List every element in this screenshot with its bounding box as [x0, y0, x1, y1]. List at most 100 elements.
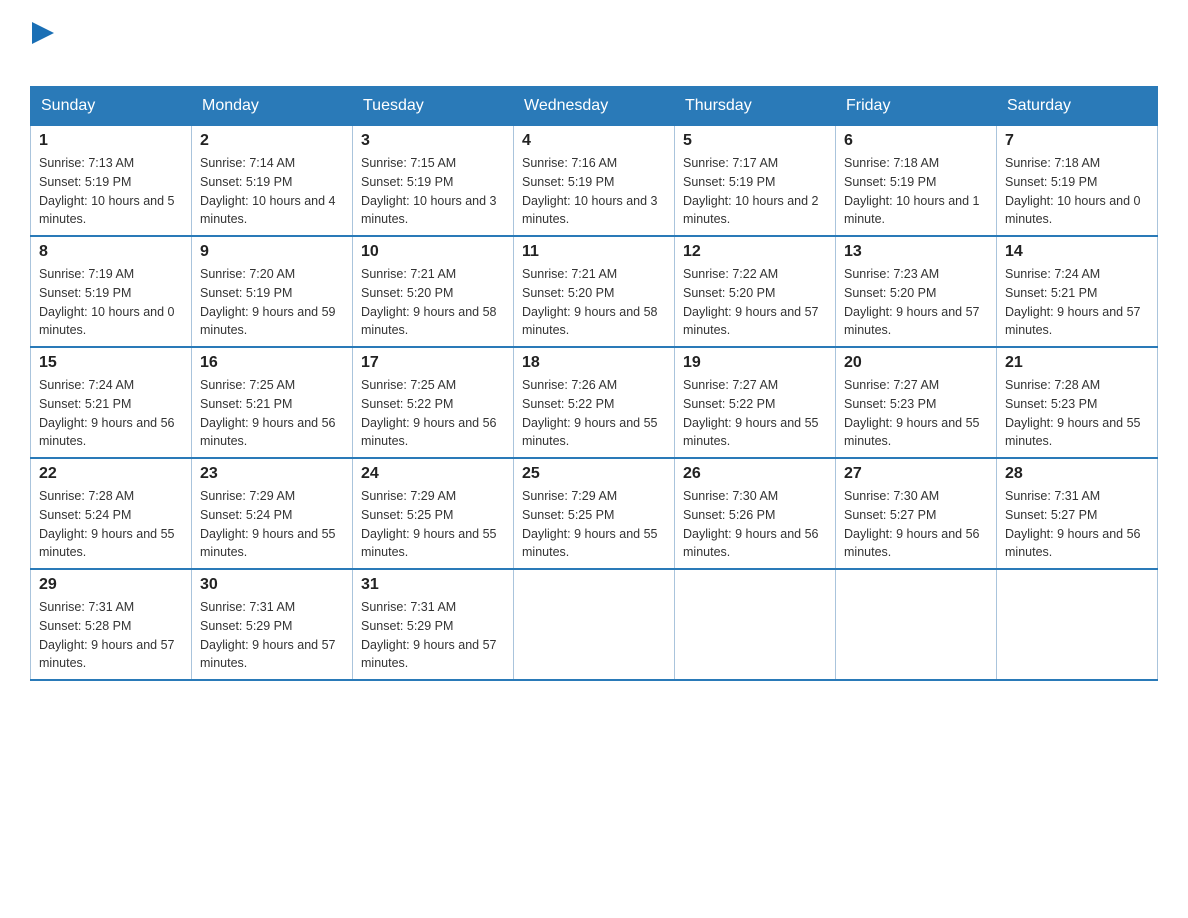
calendar-day-cell: 20 Sunrise: 7:27 AM Sunset: 5:23 PM Dayl…: [836, 347, 997, 458]
calendar-day-cell: 7 Sunrise: 7:18 AM Sunset: 5:19 PM Dayli…: [997, 126, 1158, 237]
day-number: 9: [200, 243, 344, 261]
day-number: 25: [522, 465, 666, 483]
day-number: 21: [1005, 354, 1149, 372]
calendar-day-cell: 29 Sunrise: 7:31 AM Sunset: 5:28 PM Dayl…: [31, 569, 192, 680]
weekday-header-row: SundayMondayTuesdayWednesdayThursdayFrid…: [31, 87, 1158, 126]
calendar-day-cell: [836, 569, 997, 680]
calendar-day-cell: 4 Sunrise: 7:16 AM Sunset: 5:19 PM Dayli…: [514, 126, 675, 237]
day-number: 20: [844, 354, 988, 372]
calendar-day-cell: 28 Sunrise: 7:31 AM Sunset: 5:27 PM Dayl…: [997, 458, 1158, 569]
day-info: Sunrise: 7:31 AM Sunset: 5:29 PM Dayligh…: [200, 598, 344, 673]
day-info: Sunrise: 7:13 AM Sunset: 5:19 PM Dayligh…: [39, 154, 183, 229]
calendar-day-cell: 13 Sunrise: 7:23 AM Sunset: 5:20 PM Dayl…: [836, 236, 997, 347]
weekday-header-thursday: Thursday: [675, 87, 836, 126]
day-number: 19: [683, 354, 827, 372]
logo: [30, 20, 54, 76]
day-number: 29: [39, 576, 183, 594]
day-info: Sunrise: 7:14 AM Sunset: 5:19 PM Dayligh…: [200, 154, 344, 229]
calendar-day-cell: 15 Sunrise: 7:24 AM Sunset: 5:21 PM Dayl…: [31, 347, 192, 458]
day-info: Sunrise: 7:15 AM Sunset: 5:19 PM Dayligh…: [361, 154, 505, 229]
day-info: Sunrise: 7:23 AM Sunset: 5:20 PM Dayligh…: [844, 265, 988, 340]
weekday-header-wednesday: Wednesday: [514, 87, 675, 126]
day-number: 4: [522, 132, 666, 150]
day-info: Sunrise: 7:20 AM Sunset: 5:19 PM Dayligh…: [200, 265, 344, 340]
day-info: Sunrise: 7:16 AM Sunset: 5:19 PM Dayligh…: [522, 154, 666, 229]
calendar-week-row: 29 Sunrise: 7:31 AM Sunset: 5:28 PM Dayl…: [31, 569, 1158, 680]
calendar-day-cell: 8 Sunrise: 7:19 AM Sunset: 5:19 PM Dayli…: [31, 236, 192, 347]
day-info: Sunrise: 7:22 AM Sunset: 5:20 PM Dayligh…: [683, 265, 827, 340]
calendar-day-cell: 30 Sunrise: 7:31 AM Sunset: 5:29 PM Dayl…: [192, 569, 353, 680]
calendar-day-cell: [514, 569, 675, 680]
day-number: 15: [39, 354, 183, 372]
day-number: 17: [361, 354, 505, 372]
day-number: 5: [683, 132, 827, 150]
day-number: 24: [361, 465, 505, 483]
calendar-day-cell: 31 Sunrise: 7:31 AM Sunset: 5:29 PM Dayl…: [353, 569, 514, 680]
day-info: Sunrise: 7:29 AM Sunset: 5:25 PM Dayligh…: [361, 487, 505, 562]
day-number: 23: [200, 465, 344, 483]
weekday-header-saturday: Saturday: [997, 87, 1158, 126]
calendar-day-cell: 18 Sunrise: 7:26 AM Sunset: 5:22 PM Dayl…: [514, 347, 675, 458]
day-number: 27: [844, 465, 988, 483]
day-info: Sunrise: 7:31 AM Sunset: 5:28 PM Dayligh…: [39, 598, 183, 673]
day-info: Sunrise: 7:26 AM Sunset: 5:22 PM Dayligh…: [522, 376, 666, 451]
logo-arrow-icon: [32, 22, 54, 44]
calendar-week-row: 15 Sunrise: 7:24 AM Sunset: 5:21 PM Dayl…: [31, 347, 1158, 458]
calendar-day-cell: 24 Sunrise: 7:29 AM Sunset: 5:25 PM Dayl…: [353, 458, 514, 569]
calendar-day-cell: [997, 569, 1158, 680]
day-info: Sunrise: 7:25 AM Sunset: 5:21 PM Dayligh…: [200, 376, 344, 451]
day-number: 30: [200, 576, 344, 594]
day-info: Sunrise: 7:27 AM Sunset: 5:22 PM Dayligh…: [683, 376, 827, 451]
day-info: Sunrise: 7:27 AM Sunset: 5:23 PM Dayligh…: [844, 376, 988, 451]
day-number: 6: [844, 132, 988, 150]
day-info: Sunrise: 7:28 AM Sunset: 5:23 PM Dayligh…: [1005, 376, 1149, 451]
calendar-week-row: 1 Sunrise: 7:13 AM Sunset: 5:19 PM Dayli…: [31, 126, 1158, 237]
day-number: 16: [200, 354, 344, 372]
day-info: Sunrise: 7:17 AM Sunset: 5:19 PM Dayligh…: [683, 154, 827, 229]
calendar-day-cell: 3 Sunrise: 7:15 AM Sunset: 5:19 PM Dayli…: [353, 126, 514, 237]
calendar-day-cell: 12 Sunrise: 7:22 AM Sunset: 5:20 PM Dayl…: [675, 236, 836, 347]
day-number: 28: [1005, 465, 1149, 483]
day-info: Sunrise: 7:18 AM Sunset: 5:19 PM Dayligh…: [844, 154, 988, 229]
calendar-day-cell: 22 Sunrise: 7:28 AM Sunset: 5:24 PM Dayl…: [31, 458, 192, 569]
weekday-header-tuesday: Tuesday: [353, 87, 514, 126]
day-info: Sunrise: 7:19 AM Sunset: 5:19 PM Dayligh…: [39, 265, 183, 340]
day-info: Sunrise: 7:24 AM Sunset: 5:21 PM Dayligh…: [1005, 265, 1149, 340]
calendar-week-row: 8 Sunrise: 7:19 AM Sunset: 5:19 PM Dayli…: [31, 236, 1158, 347]
calendar-day-cell: 9 Sunrise: 7:20 AM Sunset: 5:19 PM Dayli…: [192, 236, 353, 347]
day-info: Sunrise: 7:30 AM Sunset: 5:26 PM Dayligh…: [683, 487, 827, 562]
calendar-day-cell: 6 Sunrise: 7:18 AM Sunset: 5:19 PM Dayli…: [836, 126, 997, 237]
weekday-header-sunday: Sunday: [31, 87, 192, 126]
day-number: 12: [683, 243, 827, 261]
calendar-day-cell: [675, 569, 836, 680]
calendar-day-cell: 10 Sunrise: 7:21 AM Sunset: 5:20 PM Dayl…: [353, 236, 514, 347]
day-number: 1: [39, 132, 183, 150]
day-info: Sunrise: 7:21 AM Sunset: 5:20 PM Dayligh…: [361, 265, 505, 340]
calendar-day-cell: 17 Sunrise: 7:25 AM Sunset: 5:22 PM Dayl…: [353, 347, 514, 458]
day-number: 31: [361, 576, 505, 594]
day-info: Sunrise: 7:31 AM Sunset: 5:27 PM Dayligh…: [1005, 487, 1149, 562]
weekday-header-monday: Monday: [192, 87, 353, 126]
day-number: 18: [522, 354, 666, 372]
calendar-day-cell: 21 Sunrise: 7:28 AM Sunset: 5:23 PM Dayl…: [997, 347, 1158, 458]
weekday-header-friday: Friday: [836, 87, 997, 126]
calendar-day-cell: 5 Sunrise: 7:17 AM Sunset: 5:19 PM Dayli…: [675, 126, 836, 237]
calendar-day-cell: 19 Sunrise: 7:27 AM Sunset: 5:22 PM Dayl…: [675, 347, 836, 458]
calendar-day-cell: 11 Sunrise: 7:21 AM Sunset: 5:20 PM Dayl…: [514, 236, 675, 347]
calendar-table: SundayMondayTuesdayWednesdayThursdayFrid…: [30, 86, 1158, 681]
day-info: Sunrise: 7:31 AM Sunset: 5:29 PM Dayligh…: [361, 598, 505, 673]
day-info: Sunrise: 7:18 AM Sunset: 5:19 PM Dayligh…: [1005, 154, 1149, 229]
day-number: 11: [522, 243, 666, 261]
day-info: Sunrise: 7:21 AM Sunset: 5:20 PM Dayligh…: [522, 265, 666, 340]
day-number: 14: [1005, 243, 1149, 261]
day-info: Sunrise: 7:29 AM Sunset: 5:25 PM Dayligh…: [522, 487, 666, 562]
calendar-day-cell: 27 Sunrise: 7:30 AM Sunset: 5:27 PM Dayl…: [836, 458, 997, 569]
page-header: [30, 20, 1158, 76]
calendar-day-cell: 14 Sunrise: 7:24 AM Sunset: 5:21 PM Dayl…: [997, 236, 1158, 347]
day-info: Sunrise: 7:24 AM Sunset: 5:21 PM Dayligh…: [39, 376, 183, 451]
calendar-day-cell: 23 Sunrise: 7:29 AM Sunset: 5:24 PM Dayl…: [192, 458, 353, 569]
day-number: 13: [844, 243, 988, 261]
day-number: 7: [1005, 132, 1149, 150]
calendar-day-cell: 1 Sunrise: 7:13 AM Sunset: 5:19 PM Dayli…: [31, 126, 192, 237]
day-info: Sunrise: 7:29 AM Sunset: 5:24 PM Dayligh…: [200, 487, 344, 562]
